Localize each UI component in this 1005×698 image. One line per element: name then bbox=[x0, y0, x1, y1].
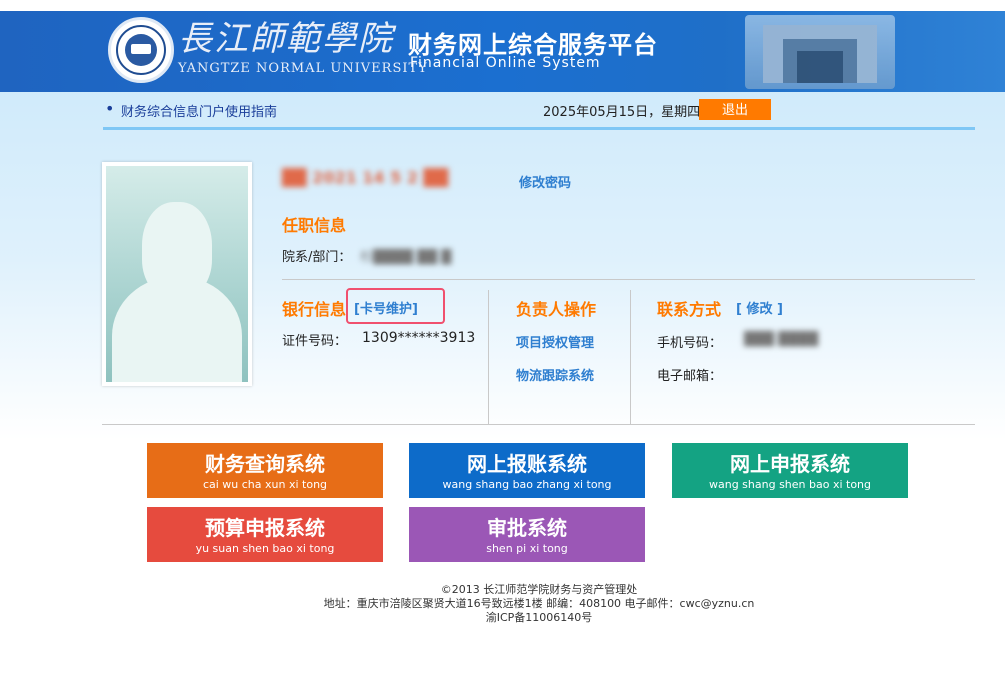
avatar-silhouette-icon bbox=[106, 166, 248, 382]
phone-label: 手机号码： bbox=[657, 336, 723, 351]
finance-query-tile[interactable]: 财务查询系统 cai wu cha xun xi tong bbox=[147, 443, 383, 498]
contact-title: 联系方式 bbox=[657, 300, 722, 319]
phone-value: ███ ████ bbox=[744, 332, 819, 347]
top-margin bbox=[0, 0, 1005, 11]
id-number-label: 证件号码： bbox=[282, 334, 348, 349]
employment-info-title: 任职信息 bbox=[282, 216, 347, 235]
university-seal-icon bbox=[108, 17, 174, 83]
tile-subtitle: cai wu cha xun xi tong bbox=[202, 478, 328, 491]
project-auth-link[interactable]: 项目授权管理 bbox=[516, 332, 594, 351]
manager-ops-title: 负责人操作 bbox=[516, 300, 597, 319]
copyright-text: ©2013 长江师范学院财务与资产管理处 bbox=[440, 583, 638, 596]
tile-subtitle: yu suan shen bao xi tong bbox=[195, 542, 335, 555]
approval-system-tile[interactable]: 审批系统 shen pi xi tong bbox=[409, 507, 645, 562]
dept-value: 杉████ ██ █ bbox=[360, 250, 452, 265]
logistics-link[interactable]: 物流跟踪系统 bbox=[516, 365, 594, 384]
contact-edit-link[interactable]: [ 修改 ] bbox=[736, 298, 783, 317]
address-text: 地址：重庆市涪陵区聚贤大道16号致远楼1楼 邮编：408100 电子邮件：cwc… bbox=[323, 597, 755, 610]
user-photo bbox=[102, 162, 252, 386]
current-date: 2025年05月15日，星期四 bbox=[543, 105, 701, 120]
tile-subtitle: shen pi xi tong bbox=[486, 542, 568, 555]
online-declaration-tile[interactable]: 网上申报系统 wang shang shen bao xi tong bbox=[672, 443, 908, 498]
campus-building-image bbox=[745, 15, 895, 89]
user-guide-link[interactable]: 财务综合信息门户使用指南 bbox=[105, 99, 277, 120]
tile-title: 网上报账系统 bbox=[467, 452, 587, 476]
logout-button[interactable]: 退出 bbox=[699, 99, 771, 120]
divider bbox=[102, 424, 975, 425]
highlight-box bbox=[346, 288, 445, 324]
tile-title: 审批系统 bbox=[487, 516, 567, 540]
dept-label: 院系/部门： bbox=[282, 250, 352, 265]
online-reimbursement-tile[interactable]: 网上报账系统 wang shang bao zhang xi tong bbox=[409, 443, 645, 498]
column-divider bbox=[630, 290, 631, 424]
bank-info-title: 银行信息 bbox=[282, 300, 347, 319]
tile-title: 财务查询系统 bbox=[205, 452, 325, 476]
tile-title: 预算申报系统 bbox=[205, 516, 325, 540]
id-number-value: 1309******3913 bbox=[362, 330, 476, 346]
tile-title: 网上申报系统 bbox=[730, 452, 850, 476]
tile-subtitle: wang shang bao zhang xi tong bbox=[442, 478, 612, 491]
system-title-en: Financial Online System bbox=[410, 55, 601, 71]
change-password-link[interactable]: 修改密码 bbox=[519, 172, 571, 191]
divider bbox=[282, 279, 975, 280]
tile-subtitle: wang shang shen bao xi tong bbox=[708, 478, 872, 491]
header-banner: 長江師範學院 YANGTZE NORMAL UNIVERSITY 财务网上综合服… bbox=[0, 11, 1005, 92]
footer: ©2013 长江师范学院财务与资产管理处 地址：重庆市涪陵区聚贤大道16号致远楼… bbox=[0, 583, 1005, 625]
info-bar: 财务综合信息门户使用指南 2025年05月15日，星期四 退出 bbox=[103, 93, 975, 127]
budget-declaration-tile[interactable]: 预算申报系统 yu suan shen bao xi tong bbox=[147, 507, 383, 562]
header-divider bbox=[103, 127, 975, 130]
university-name-cn: 長江師範學院 bbox=[178, 19, 394, 59]
email-label: 电子邮箱： bbox=[657, 369, 723, 384]
university-name-en: YANGTZE NORMAL UNIVERSITY bbox=[178, 61, 428, 76]
column-divider bbox=[488, 290, 489, 424]
user-name-id: ██ 2021 14 5 2 ██ bbox=[282, 168, 449, 187]
icp-text: 渝ICP备11006140号 bbox=[485, 611, 593, 624]
